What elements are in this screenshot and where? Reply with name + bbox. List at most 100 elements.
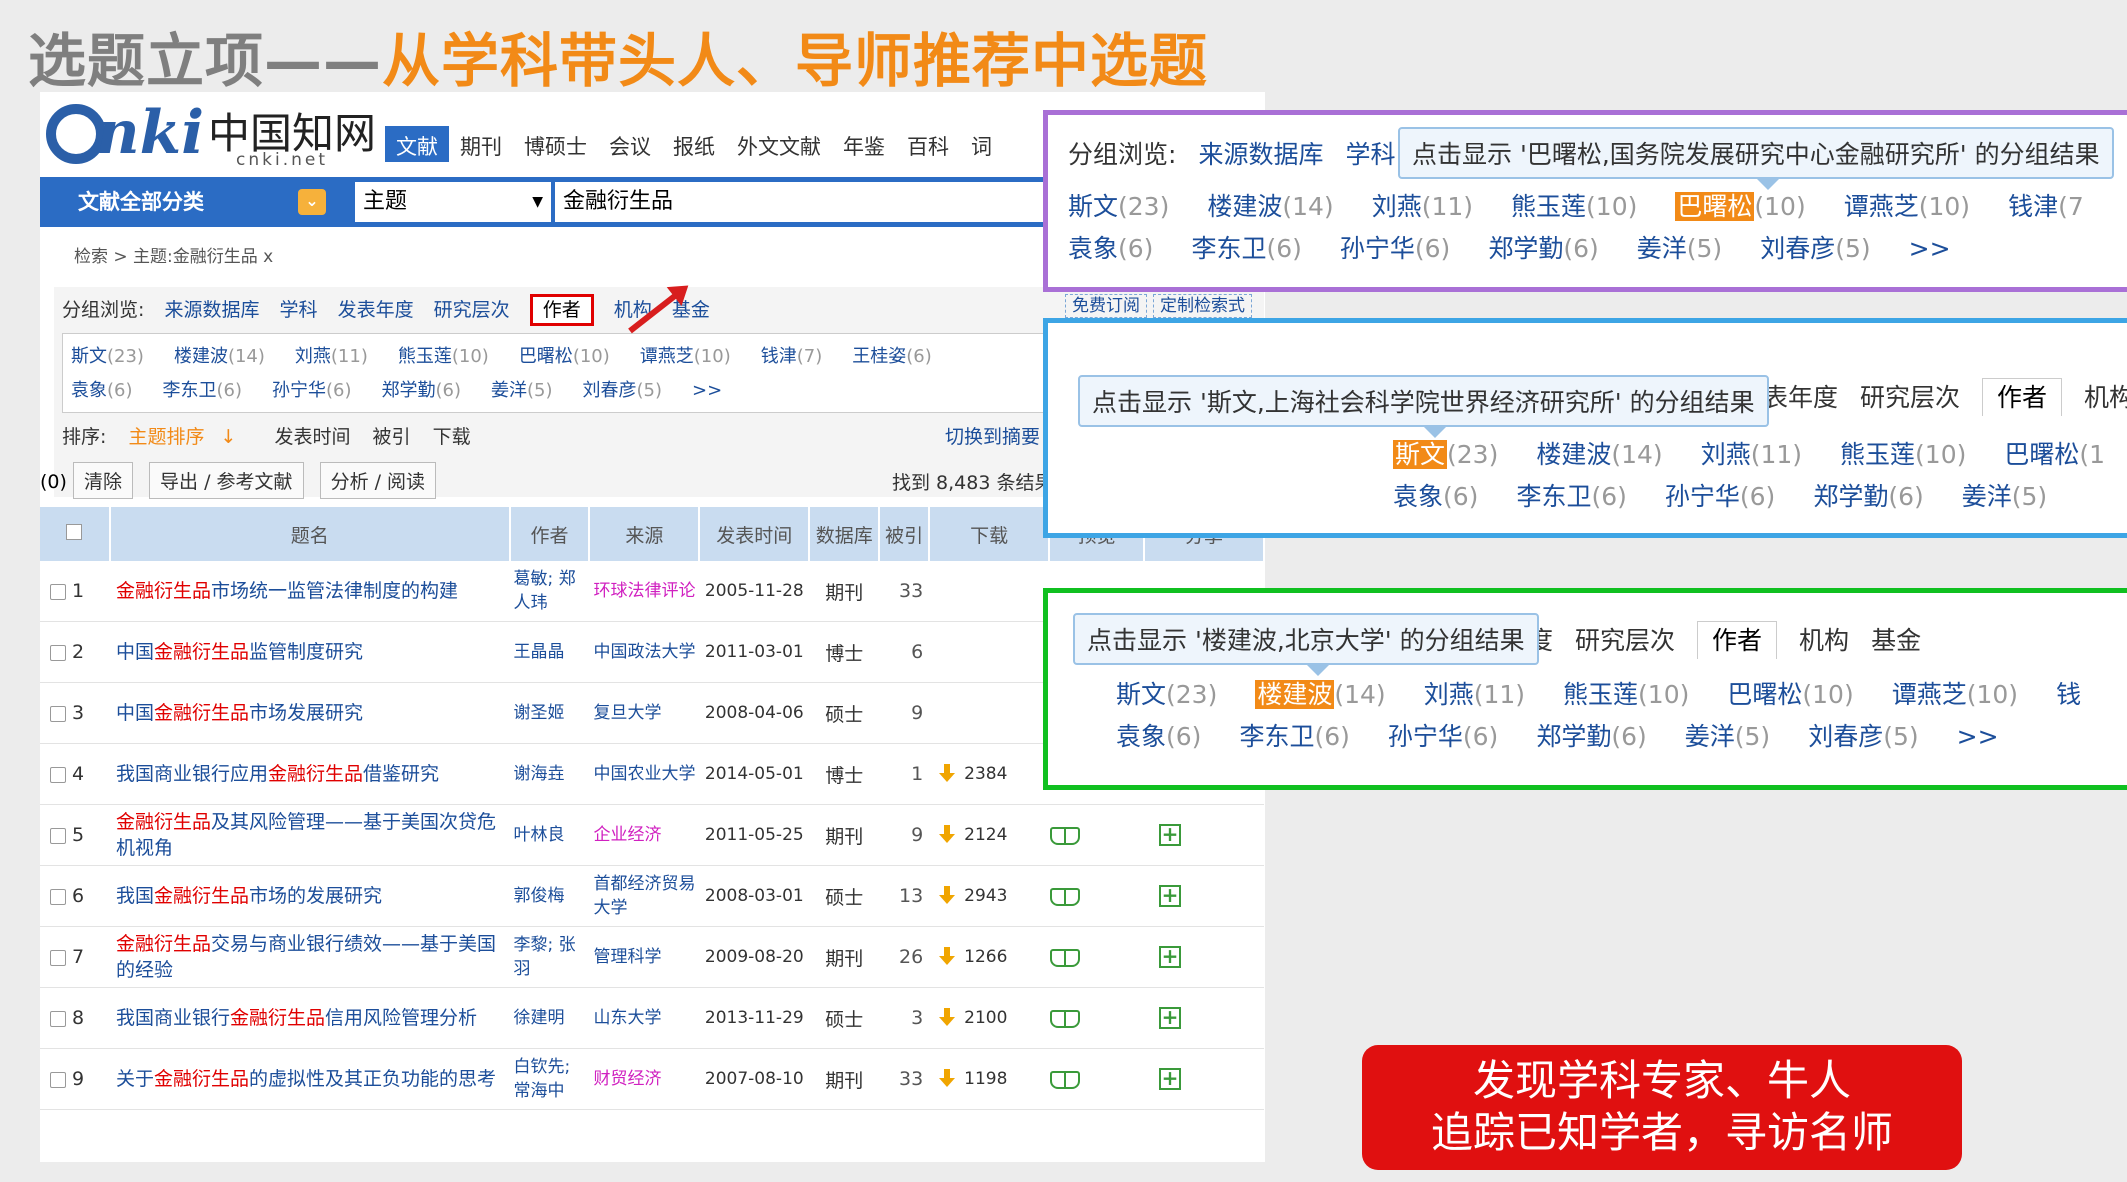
source-cell[interactable]: 中国政法大学	[589, 621, 700, 683]
row-checkbox[interactable]	[50, 827, 66, 844]
download-cell[interactable]	[929, 561, 1050, 622]
p1-tab-subject[interactable]: 学科	[1345, 140, 1395, 169]
cited-cell[interactable]: 33	[879, 1048, 930, 1110]
row-checkbox[interactable]	[50, 949, 66, 966]
author-link[interactable]: 楼建波(14)	[1255, 675, 1386, 711]
author-link[interactable]: 巴曙松(1	[2004, 435, 2105, 471]
author-cell[interactable]: 徐建明	[509, 987, 590, 1049]
switch-to-abstract[interactable]: 切换到摘要	[945, 422, 1040, 449]
author-link[interactable]: 袁象(6)	[71, 376, 133, 402]
col-download[interactable]: 下载	[929, 507, 1051, 561]
row-checkbox[interactable]	[50, 583, 66, 600]
download-icon[interactable]	[938, 947, 956, 967]
cited-cell[interactable]: 9	[879, 804, 930, 866]
preview-book-icon[interactable]	[1050, 1070, 1081, 1089]
nav-tab[interactable]: 期刊	[449, 126, 513, 162]
paper-title-link[interactable]: 金融衍生品市场统一监管法律制度的构建	[109, 561, 510, 622]
author-link[interactable]: 郑学勤(6)	[382, 376, 462, 402]
paper-title-link[interactable]: 我国商业银行应用金融衍生品借鉴研究	[109, 743, 510, 805]
nav-tab[interactable]: 词	[960, 126, 1003, 162]
download-cell[interactable]: 1198	[929, 1048, 1050, 1110]
author-link[interactable]: 王桂姿(6)	[852, 342, 932, 368]
download-cell[interactable]	[929, 682, 1050, 744]
author-link[interactable]: 谭燕芝(10)	[640, 342, 731, 368]
author-cell[interactable]: 白钦先; 常海中	[509, 1048, 590, 1110]
author-link[interactable]: 斯文(23)	[71, 342, 144, 368]
author-link[interactable]: 袁象(6)	[1116, 717, 1201, 753]
paper-title-link[interactable]: 关于金融衍生品的虚拟性及其正负功能的思考	[109, 1048, 510, 1110]
sort-cited[interactable]: 被引	[373, 426, 411, 448]
author-link[interactable]: 楼建波(14)	[1536, 435, 1662, 471]
author-cell[interactable]: 葛敏; 郑人玮	[509, 561, 590, 622]
author-cell[interactable]: 李黎; 张羽	[509, 926, 590, 988]
p3-tab-author[interactable]: 作者	[1697, 621, 1778, 659]
p2-tab-author[interactable]: 作者	[1982, 378, 2063, 416]
author-link[interactable]: 袁象(6)	[1068, 229, 1153, 265]
p2-tab-year[interactable]: 表年度	[1763, 383, 1838, 412]
free-subscribe-link[interactable]: 免费订阅	[1065, 294, 1147, 318]
author-link[interactable]: 巴曙松(10)	[519, 342, 610, 368]
row-checkbox[interactable]	[50, 644, 66, 661]
row-checkbox[interactable]	[50, 888, 66, 905]
author-link[interactable]: 袁象(6)	[1393, 477, 1478, 513]
author-link[interactable]: 孙宁华(6)	[272, 376, 352, 402]
author-link[interactable]: 钱	[2056, 675, 2081, 711]
author-link[interactable]: 巴曙松(10)	[1727, 675, 1853, 711]
p3-tab-fund[interactable]: 基金	[1871, 626, 1921, 655]
share-plus-icon[interactable]: +	[1159, 946, 1182, 969]
search-field-select[interactable]: 主题 ▼	[355, 182, 551, 222]
author-link[interactable]: 楼建波(14)	[174, 342, 265, 368]
col-date[interactable]: 发表时间	[699, 507, 811, 561]
group-tab-source[interactable]: 来源数据库	[164, 299, 259, 321]
nav-tab[interactable]: 外文文献	[726, 126, 832, 162]
paper-title-link[interactable]: 中国金融衍生品市场发展研究	[109, 682, 510, 744]
author-link[interactable]: 姜洋(5)	[1685, 717, 1770, 753]
author-link[interactable]: 谭燕芝(10)	[1892, 675, 2018, 711]
p3-tab-level[interactable]: 研究层次	[1575, 626, 1675, 655]
preview-book-icon[interactable]	[1050, 948, 1081, 967]
author-link[interactable]: 斯文(23)	[1393, 435, 1498, 471]
cnki-logo[interactable]: nki 中国知网 cnki.net	[40, 92, 380, 172]
cited-cell[interactable]: 1	[879, 743, 930, 805]
author-link[interactable]: 刘春彦(5)	[1808, 717, 1918, 753]
paper-title-link[interactable]: 金融衍生品交易与商业银行绩效——基于美国的经验	[109, 926, 510, 988]
download-icon[interactable]	[938, 825, 956, 845]
download-cell[interactable]: 2384	[929, 743, 1050, 805]
paper-title-link[interactable]: 我国商业银行金融衍生品信用风险管理分析	[109, 987, 510, 1049]
author-cell[interactable]: 谢圣姬	[509, 682, 590, 744]
p3-tab-institution[interactable]: 机构	[1799, 626, 1849, 655]
source-cell[interactable]: 管理科学	[589, 926, 700, 988]
author-cell[interactable]: 叶林良	[509, 804, 590, 866]
group-tab-author[interactable]: 作者	[529, 294, 594, 326]
select-all-checkbox[interactable]	[40, 507, 111, 561]
author-link[interactable]: 刘春彦(5)	[1760, 229, 1870, 265]
author-link[interactable]: 刘燕(11)	[1701, 435, 1802, 471]
sort-date[interactable]: 发表时间	[274, 426, 350, 448]
export-button[interactable]: 导出 / 参考文献	[149, 462, 304, 499]
cited-cell[interactable]: 26	[879, 926, 930, 988]
download-icon[interactable]	[938, 1008, 956, 1028]
author-link[interactable]: 楼建波(14)	[1207, 187, 1333, 223]
author-link[interactable]: 斯文(23)	[1116, 675, 1217, 711]
author-link[interactable]: 刘燕(11)	[1424, 675, 1525, 711]
share-plus-icon[interactable]: +	[1159, 885, 1182, 908]
nav-tab[interactable]: 百科	[896, 126, 960, 162]
cited-cell[interactable]: 3	[879, 987, 930, 1049]
analyze-button[interactable]: 分析 / 阅读	[319, 462, 437, 499]
download-icon[interactable]	[938, 1069, 956, 1089]
author-link[interactable]: 郑学勤(6)	[1536, 717, 1646, 753]
author-link[interactable]: 孙宁华(6)	[1340, 229, 1450, 265]
author-link[interactable]: 巴曙松(10)	[1675, 187, 1806, 223]
author-link[interactable]: 熊玉莲(10)	[1511, 187, 1637, 223]
author-link[interactable]: 谭燕芝(10)	[1844, 187, 1970, 223]
nav-tab[interactable]: 会议	[598, 126, 662, 162]
group-tab-level[interactable]: 研究层次	[434, 299, 510, 321]
share-plus-icon[interactable]: +	[1159, 1068, 1182, 1091]
author-link[interactable]: 刘燕(11)	[295, 342, 368, 368]
paper-title-link[interactable]: 金融衍生品及其风险管理——基于美国次贷危机视角	[109, 804, 510, 866]
author-link[interactable]: 李东卫(6)	[163, 376, 243, 402]
author-link[interactable]: 熊玉莲(10)	[1840, 435, 1966, 471]
author-link[interactable]: 李东卫(6)	[1516, 477, 1626, 513]
author-link[interactable]: 郑学勤(6)	[1488, 229, 1598, 265]
download-cell[interactable]: 1266	[929, 926, 1050, 988]
